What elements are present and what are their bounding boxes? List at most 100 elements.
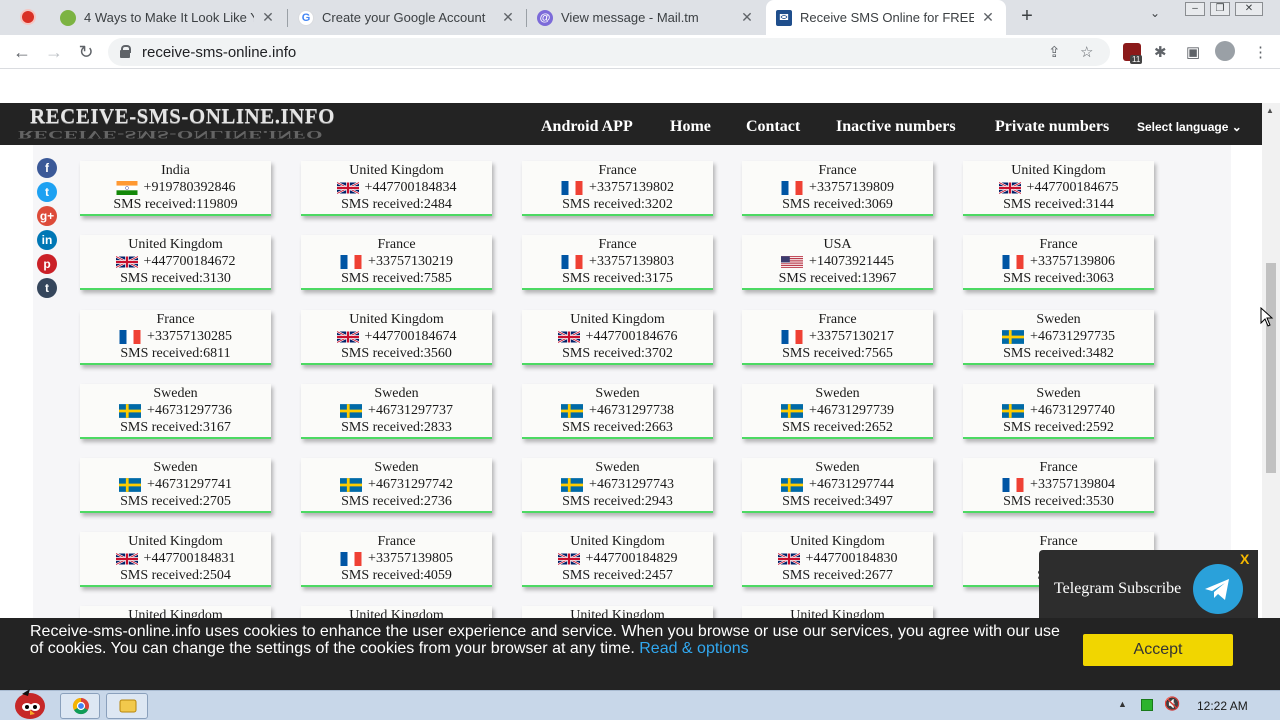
phone-number-text: +46731297743 bbox=[589, 477, 674, 492]
tray-network-icon[interactable] bbox=[1141, 699, 1153, 711]
site-logo[interactable]: RECEIVE-SMS-ONLINE.INFO bbox=[30, 104, 335, 129]
start-button[interactable] bbox=[8, 685, 52, 720]
card-country: Sweden bbox=[1036, 312, 1081, 327]
taskbar-chrome-button[interactable] bbox=[60, 693, 100, 719]
linkedin-icon[interactable]: in bbox=[37, 230, 57, 250]
flag-france-icon bbox=[340, 551, 362, 566]
number-card[interactable]: Sweden +46731297735 SMS received:3482 bbox=[963, 310, 1154, 365]
tab-title: View message - Mail.tm bbox=[561, 10, 699, 25]
maximize-icon[interactable]: ❐ bbox=[1210, 2, 1230, 16]
close-tab-icon[interactable]: ✕ bbox=[980, 9, 996, 26]
number-card[interactable]: United Kingdom +447700184830 SMS received:… bbox=[742, 532, 933, 587]
number-card[interactable]: United Kingdom +447700184672 SMS received:… bbox=[80, 235, 271, 290]
number-card[interactable]: France +33757139809 SMS received:3069 bbox=[742, 161, 933, 216]
number-card[interactable]: United Kingdom +447700184831 SMS received:… bbox=[80, 532, 271, 587]
card-phone-number: +447700184829 bbox=[522, 550, 713, 567]
profile-avatar[interactable] bbox=[1215, 41, 1235, 61]
twitter-icon[interactable]: t bbox=[37, 182, 57, 202]
side-panel-icon[interactable]: ▣ bbox=[1186, 43, 1200, 61]
phone-number-text: +46731297737 bbox=[368, 403, 453, 418]
number-card[interactable]: France +33757139803 SMS received:3175 bbox=[522, 235, 713, 290]
number-card[interactable]: France +33757139802 SMS received:3202 bbox=[522, 161, 713, 216]
nav-inactive-numbers[interactable]: Inactive numbers bbox=[836, 118, 956, 136]
number-card[interactable]: Sweden +46731297740 SMS received:2592 bbox=[963, 384, 1154, 439]
number-card[interactable]: USA +14073921445 SMS received:13967 bbox=[742, 235, 933, 290]
number-card[interactable]: Sweden +46731297743 SMS received:2943 bbox=[522, 458, 713, 513]
menu-kebab-icon[interactable]: ⋮ bbox=[1253, 43, 1268, 61]
facebook-icon[interactable]: f bbox=[37, 158, 57, 178]
card-phone-number: +33757139809 bbox=[742, 179, 933, 196]
address-bar[interactable]: receive-sms-online.info ⇪ ☆ bbox=[108, 38, 1110, 66]
number-card[interactable]: United Kingdom +447700184834 SMS received:… bbox=[301, 161, 492, 216]
phone-number-text: +447700184831 bbox=[143, 551, 236, 566]
number-card[interactable]: France +33757139806 SMS received:3063 bbox=[963, 235, 1154, 290]
tab-search-icon[interactable]: ⌄ bbox=[1150, 6, 1160, 20]
share-icon[interactable]: ⇪ bbox=[1048, 43, 1061, 61]
puzzle-extensions-icon[interactable]: ✱ bbox=[1154, 43, 1167, 61]
card-phone-number: +46731297735 bbox=[963, 328, 1154, 345]
clock[interactable]: 12:22 AM bbox=[1197, 699, 1248, 713]
card-country: Sweden bbox=[374, 386, 419, 401]
nav-home[interactable]: Home bbox=[670, 118, 711, 136]
number-card[interactable]: United Kingdom +447700184675 SMS received:… bbox=[963, 161, 1154, 216]
scrollbar-thumb[interactable] bbox=[1266, 263, 1276, 473]
taskbar-explorer-button[interactable] bbox=[106, 693, 148, 719]
card-country: France bbox=[818, 163, 857, 178]
minimize-icon[interactable]: – bbox=[1185, 2, 1205, 16]
google-plus-icon[interactable]: g+ bbox=[37, 206, 57, 226]
bookmark-star-icon[interactable]: ☆ bbox=[1080, 43, 1093, 61]
tray-expand-icon[interactable]: ▲ bbox=[1118, 699, 1127, 709]
number-card[interactable]: Sweden +46731297737 SMS received:2833 bbox=[301, 384, 492, 439]
number-card[interactable]: Sweden +46731297744 SMS received:3497 bbox=[742, 458, 933, 513]
close-window-icon[interactable]: ✕ bbox=[1235, 2, 1263, 16]
card-sms-count: SMS received:2677 bbox=[782, 568, 893, 583]
number-card[interactable]: France +33757139805 SMS received:4059 bbox=[301, 532, 492, 587]
tab-wikihow[interactable]: 4 Ways to Make It Look Like Yo ✕ bbox=[50, 0, 286, 35]
tumblr-icon[interactable]: t bbox=[37, 278, 57, 298]
number-card[interactable]: United Kingdom +447700184829 SMS received:… bbox=[522, 532, 713, 587]
tab-google-account[interactable]: G Create your Google Account ✕ bbox=[288, 0, 526, 35]
phone-number-text: +447700184829 bbox=[585, 551, 678, 566]
number-card[interactable]: Sweden +46731297736 SMS received:3167 bbox=[80, 384, 271, 439]
number-card[interactable]: Sweden +46731297738 SMS received:2663 bbox=[522, 384, 713, 439]
scroll-up-icon[interactable]: ▲ bbox=[1266, 106, 1274, 115]
number-card[interactable]: France +33757139804 SMS received:3530 bbox=[963, 458, 1154, 513]
read-options-link[interactable]: Read & options bbox=[639, 640, 748, 657]
language-select[interactable]: Select language ⌄ bbox=[1137, 120, 1242, 134]
accept-cookies-button[interactable]: Accept bbox=[1083, 634, 1233, 666]
forward-icon[interactable]: → bbox=[42, 40, 66, 64]
number-card[interactable]: India +919780392846 SMS received:119809 bbox=[80, 161, 271, 216]
tab-receive-sms[interactable]: ✉ Receive SMS Online for FREE - ✕ bbox=[766, 0, 1006, 35]
nav-private-numbers[interactable]: Private numbers bbox=[995, 118, 1109, 136]
back-icon[interactable]: ← bbox=[10, 40, 34, 64]
flag-france-icon bbox=[1002, 254, 1024, 269]
pinterest-icon[interactable]: p bbox=[37, 254, 57, 274]
number-card[interactable]: France +33757130217 SMS received:7565 bbox=[742, 310, 933, 365]
reload-icon[interactable]: ↻ bbox=[74, 40, 98, 64]
close-tab-icon[interactable]: ✕ bbox=[260, 9, 276, 26]
telegram-subscribe-label[interactable]: Telegram Subscribe bbox=[1054, 580, 1181, 598]
number-card[interactable]: United Kingdom +447700184674 SMS received:… bbox=[301, 310, 492, 365]
screen: { "browser": { "tabs": [ {"title": "4 Wa… bbox=[0, 0, 1280, 720]
close-tab-icon[interactable]: ✕ bbox=[739, 9, 755, 26]
card-country: France bbox=[1039, 460, 1078, 475]
new-tab-icon[interactable]: + bbox=[1015, 4, 1039, 28]
tab-mailtm[interactable]: @ View message - Mail.tm ✕ bbox=[527, 0, 765, 35]
number-card[interactable]: Sweden +46731297741 SMS received:2705 bbox=[80, 458, 271, 513]
number-card[interactable]: France +33757130285 SMS received:6811 bbox=[80, 310, 271, 365]
number-card[interactable]: Sweden +46731297742 SMS received:2736 bbox=[301, 458, 492, 513]
number-card[interactable]: Sweden +46731297739 SMS received:2652 bbox=[742, 384, 933, 439]
tab-title: 4 Ways to Make It Look Like Yo bbox=[84, 10, 254, 25]
nav-android-app[interactable]: Android APP bbox=[541, 118, 633, 136]
card-sms-count: SMS received:4059 bbox=[341, 568, 452, 583]
number-card[interactable]: United Kingdom +447700184676 SMS received:… bbox=[522, 310, 713, 365]
nav-contact[interactable]: Contact bbox=[746, 118, 800, 136]
telegram-icon[interactable] bbox=[1193, 564, 1243, 614]
page-scrollbar[interactable] bbox=[1262, 103, 1280, 618]
phone-number-text: +46731297742 bbox=[368, 477, 453, 492]
number-card[interactable]: France +33757130219 SMS received:7585 bbox=[301, 235, 492, 290]
card-phone-number: +46731297741 bbox=[80, 476, 271, 493]
card-country: Sweden bbox=[595, 386, 640, 401]
close-tab-icon[interactable]: ✕ bbox=[500, 9, 516, 26]
tray-volume-muted-icon[interactable]: 🔇 bbox=[1164, 696, 1180, 712]
